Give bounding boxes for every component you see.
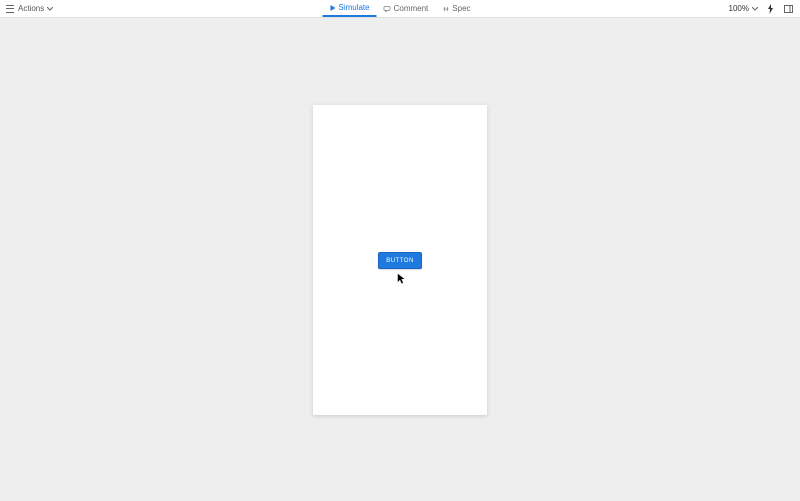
- panel-icon[interactable]: [782, 3, 794, 15]
- zoom-level: 100%: [729, 4, 749, 13]
- menu-icon[interactable]: [6, 5, 14, 13]
- actions-label: Actions: [18, 4, 44, 13]
- bolt-icon[interactable]: [764, 3, 776, 15]
- zoom-dropdown[interactable]: 100%: [729, 4, 758, 13]
- chevron-down-icon: [47, 7, 53, 11]
- top-toolbar: Actions Simulate Comment Spec 100%: [0, 0, 800, 18]
- toolbar-tabs: Simulate Comment Spec: [322, 0, 477, 17]
- chevron-down-icon: [752, 7, 758, 11]
- artboard[interactable]: BUTTON: [313, 105, 487, 415]
- tab-comment[interactable]: Comment: [377, 0, 436, 17]
- tab-spec[interactable]: Spec: [435, 0, 477, 17]
- button-widget[interactable]: BUTTON: [378, 252, 422, 269]
- tab-spec-label: Spec: [452, 4, 470, 13]
- play-icon: [329, 5, 335, 11]
- actions-dropdown[interactable]: Actions: [18, 4, 53, 13]
- cursor-icon: [397, 273, 406, 285]
- button-widget-label: BUTTON: [386, 258, 414, 264]
- canvas-area[interactable]: BUTTON: [0, 18, 800, 501]
- toolbar-left: Actions: [0, 4, 53, 13]
- tab-comment-label: Comment: [394, 4, 429, 13]
- spec-icon: [442, 6, 449, 12]
- comment-icon: [384, 6, 391, 12]
- tab-simulate-label: Simulate: [338, 3, 369, 12]
- tab-simulate[interactable]: Simulate: [322, 0, 376, 17]
- toolbar-right: 100%: [729, 3, 800, 15]
